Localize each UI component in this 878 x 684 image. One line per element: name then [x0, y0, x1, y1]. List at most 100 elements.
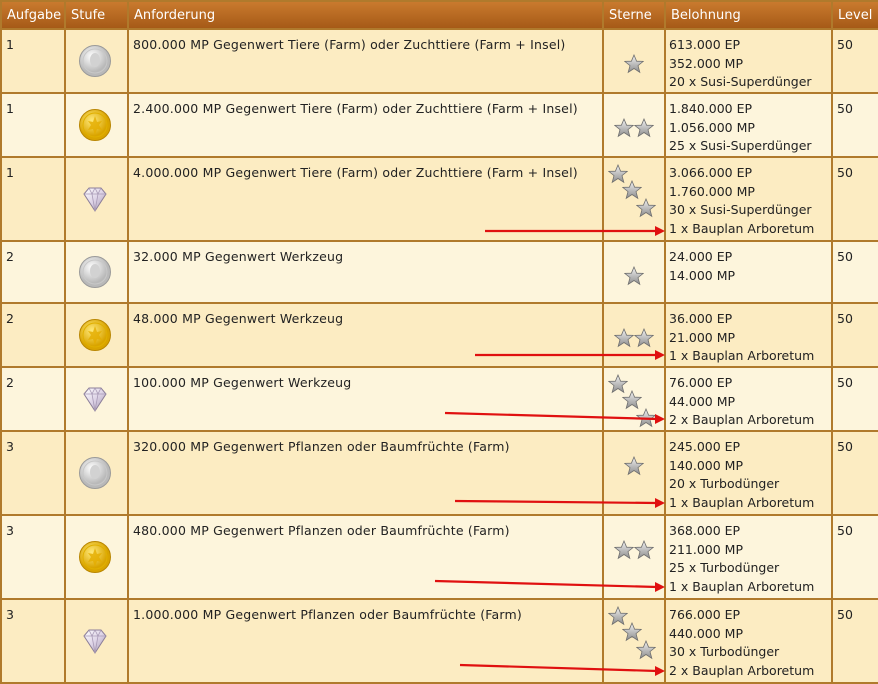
cell-aufgabe: 2: [0, 366, 66, 432]
cell-stufe: [64, 28, 129, 94]
reward-line: 21.000 MP: [669, 329, 736, 345]
cell-level: 50: [831, 430, 878, 516]
cell-stufe: [64, 598, 129, 684]
gold-coin-icon: [78, 318, 112, 352]
cell-stufe: [64, 514, 129, 600]
reward-line: 1 x Bauplan Arboretum: [669, 220, 815, 236]
cell-sterne: [602, 240, 666, 304]
cell-aufgabe: 1: [0, 28, 66, 94]
cell-belohnung: 245.000 EP 140.000 MP 20 x Turbodünger 1 x …: [664, 430, 833, 516]
table-row: 1 800.000 MP Gegenwert Tiere (Farm) oder …: [0, 28, 878, 94]
cell-sterne: [434, 514, 666, 600]
reward-line: 368.000 EP: [669, 523, 741, 538]
reward-line: 25 x Turbodünger: [669, 560, 780, 575]
star-icon: [635, 639, 657, 660]
quest-table: Aufgabe Stufe Anforderung Sterne Belohnu…: [0, 0, 878, 684]
reward-line: 1.056.000 MP: [669, 119, 755, 135]
reward-line: 245.000 EP: [669, 439, 741, 454]
table-row: 1 4.000.000 MP Gegenwert Tiere (Farm) ode…: [0, 156, 878, 242]
cell-anforderung: 100.000 MP Gegenwert Werkzeug: [127, 366, 604, 432]
silver-coin-icon: [78, 456, 112, 490]
reward-line: 24.000 EP: [669, 249, 733, 264]
cell-level: 50: [831, 92, 878, 158]
cell-belohnung: 3.066.000 EP 1.760.000 MP 30 x Susi-Superd…: [664, 156, 833, 242]
cell-stufe: [64, 430, 129, 516]
cell-stufe: [64, 366, 129, 432]
reward-line: 140.000 MP: [669, 457, 743, 473]
cell-level: 50: [831, 156, 878, 242]
cell-belohnung: 1.840.000 EP 1.056.000 MP 25 x Susi-Superd…: [664, 92, 833, 158]
reward-line: 1 x Bauplan Arboretum: [669, 578, 815, 594]
reward-line: 766.000 EP: [669, 607, 741, 622]
cell-aufgabe: 3: [0, 430, 66, 516]
reward-line: 1.840.000 EP: [669, 101, 753, 116]
cell-sterne: [444, 366, 666, 432]
cell-sterne: [602, 92, 666, 158]
cell-sterne: [459, 598, 666, 684]
reward-line: 211.000 MP: [669, 541, 743, 557]
star-icon: [633, 117, 655, 138]
reward-line: 44.000 MP: [669, 393, 736, 409]
cell-belohnung: 76.000 EP 44.000 MP 2 x Bauplan Arboretum: [664, 366, 833, 432]
reward-line: 2 x Bauplan Arboretum: [669, 662, 815, 678]
cell-stufe: [64, 92, 129, 158]
cell-stufe: [64, 240, 129, 304]
cell-level: 50: [831, 240, 878, 304]
cell-sterne: [475, 302, 666, 368]
reward-line: 36.000 EP: [669, 311, 733, 326]
star-icon: [613, 117, 635, 138]
cell-belohnung: 36.000 EP 21.000 MP 1 x Bauplan Arboretum: [664, 302, 833, 368]
reward-line: 440.000 MP: [669, 625, 743, 641]
header-row: Aufgabe Stufe Anforderung Sterne Belohnu…: [0, 0, 878, 30]
reward-line: 14.000 MP: [669, 267, 736, 283]
star-icon: [621, 621, 643, 642]
cell-sterne: [485, 156, 666, 242]
cell-belohnung: 24.000 EP 14.000 MP: [664, 240, 833, 304]
star-icon: [613, 539, 635, 560]
star-icon: [623, 53, 645, 74]
cell-anforderung: 800.000 MP Gegenwert Tiere (Farm) oder Z…: [127, 28, 604, 94]
cell-stufe: [64, 156, 129, 242]
reward-line: 613.000 EP: [669, 37, 741, 52]
reward-line: 1.760.000 MP: [669, 183, 755, 199]
silver-coin-icon: [78, 255, 112, 289]
cell-aufgabe: 1: [0, 92, 66, 158]
cell-anforderung: 4.000.000 MP Gegenwert Tiere (Farm) oder…: [127, 156, 604, 242]
reward-line: 30 x Susi-Superdünger: [669, 202, 812, 217]
table-row: 3 320.000 MP Gegenwert Pflanzen oder Baum…: [0, 430, 878, 516]
star-icon: [623, 455, 645, 476]
reward-line: 2 x Bauplan Arboretum: [669, 412, 815, 427]
table-row: 2 32.000 MP Gegenwert Werkzeug 24.000 EP 14…: [0, 240, 878, 304]
star-icon: [621, 179, 643, 200]
reward-line: 3.066.000 EP: [669, 165, 753, 180]
header-level: Level: [831, 0, 878, 30]
cell-aufgabe: 1: [0, 156, 66, 242]
cell-stufe: [64, 302, 129, 368]
cell-aufgabe: 3: [0, 514, 66, 600]
cell-level: 50: [831, 514, 878, 600]
cell-belohnung: 613.000 EP 352.000 MP 20 x Susi-Superdünge…: [664, 28, 833, 94]
silver-coin-icon: [78, 44, 112, 78]
cell-belohnung: 766.000 EP 440.000 MP 30 x Turbodünger 2 x …: [664, 598, 833, 684]
reward-line: 20 x Susi-Superdünger: [669, 74, 812, 89]
cell-sterne: [454, 430, 666, 516]
star-icon: [633, 539, 655, 560]
reward-line: 1 x Bauplan Arboretum: [669, 494, 815, 510]
cell-level: 50: [831, 302, 878, 368]
reward-line: 76.000 EP: [669, 375, 733, 390]
header-stufe: Stufe: [64, 0, 129, 30]
header-anforderung: Anforderung: [127, 0, 604, 30]
reward-line: 25 x Susi-Superdünger: [669, 138, 812, 153]
star-icon: [635, 197, 657, 218]
cell-anforderung: 480.000 MP Gegenwert Pflanzen oder Baumf…: [127, 514, 604, 600]
cell-anforderung: 1.000.000 MP Gegenwert Pflanzen oder Bau…: [127, 598, 604, 684]
reward-line: 1 x Bauplan Arboretum: [669, 348, 815, 363]
cell-aufgabe: 2: [0, 240, 66, 304]
cell-level: 50: [831, 366, 878, 432]
diamond-icon: [78, 624, 112, 658]
reward-line: 20 x Turbodünger: [669, 476, 780, 491]
diamond-icon: [78, 382, 112, 416]
table-row: 2 48.000 MP Gegenwert Werkzeug 36.000 EP 21…: [0, 302, 878, 368]
cell-level: 50: [831, 28, 878, 94]
table-row: 3 480.000 MP Gegenwert Pflanzen oder Baum…: [0, 514, 878, 600]
